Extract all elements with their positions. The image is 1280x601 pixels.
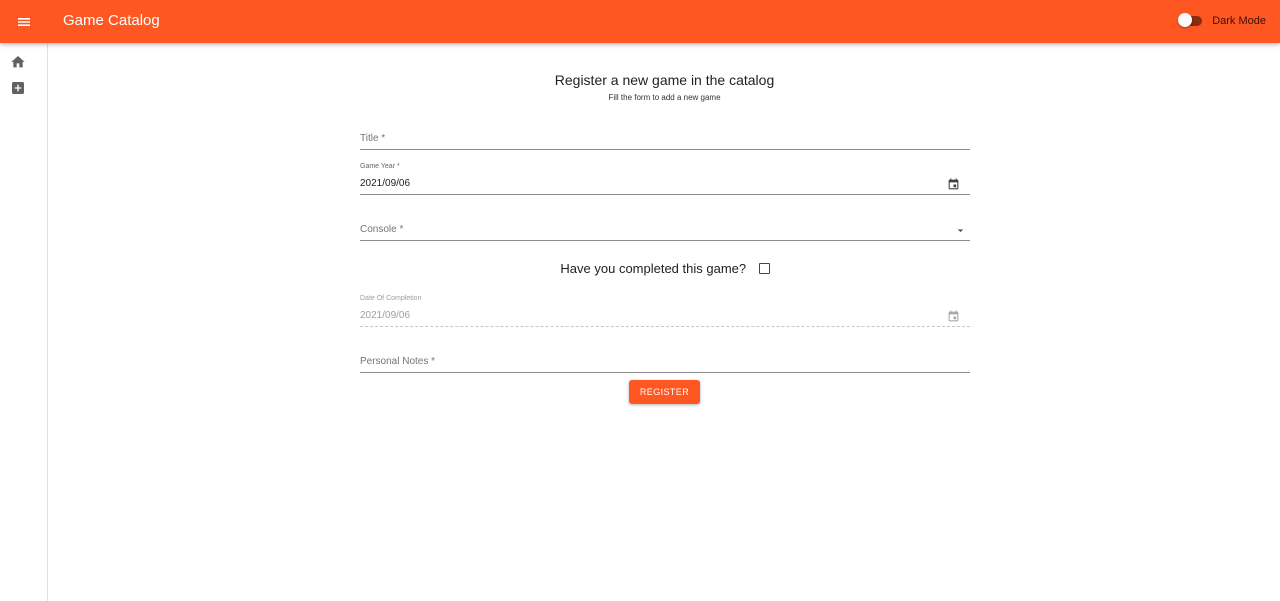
title-field-label: Title * [360, 133, 386, 144]
game-year-value: 2021/09/06 [360, 178, 411, 189]
personal-notes-underline [360, 372, 970, 373]
console-select[interactable]: Console * [360, 219, 970, 243]
completion-date-field: Date Of Completion 2021/09/06 [360, 294, 970, 330]
calendar-icon-disabled [947, 310, 960, 323]
title-field[interactable]: Title * [360, 128, 970, 152]
completed-question: Have you completed this game? [560, 261, 747, 277]
dark-mode-toggle[interactable]: Dark Mode [1178, 11, 1266, 31]
completed-checkbox[interactable] [758, 263, 770, 275]
calendar-icon[interactable] [947, 178, 960, 191]
app-bar: Game Catalog Dark Mode [0, 0, 1280, 43]
completion-date-label: Date Of Completion [360, 295, 422, 302]
dark-mode-switch[interactable] [1178, 13, 1203, 27]
home-icon[interactable] [10, 54, 26, 70]
game-year-underline [360, 194, 970, 195]
console-label: Console * [360, 224, 404, 235]
menu-icon[interactable] [12, 10, 36, 34]
game-year-label: Game Year * [360, 163, 400, 170]
completion-date-underline [360, 326, 970, 327]
completed-row: Have you completed this game? [360, 260, 970, 278]
dark-mode-label: Dark Mode [1212, 15, 1266, 27]
personal-notes-label: Personal Notes * [360, 356, 436, 367]
game-year-field[interactable]: Game Year * 2021/09/06 [360, 162, 970, 198]
form-subheading: Fill the form to add a new game [608, 93, 721, 102]
sidebar [0, 43, 48, 601]
personal-notes-field[interactable]: Personal Notes * [360, 351, 970, 375]
register-button[interactable]: REGISTER [629, 380, 700, 404]
console-underline [360, 240, 970, 241]
title-field-underline [360, 149, 970, 150]
dropdown-arrow-icon[interactable] [954, 224, 967, 237]
form-heading: Register a new game in the catalog [554, 72, 775, 88]
app-title: Game Catalog [63, 12, 160, 29]
completion-date-value: 2021/09/06 [360, 310, 411, 321]
add-box-icon[interactable] [10, 80, 26, 96]
